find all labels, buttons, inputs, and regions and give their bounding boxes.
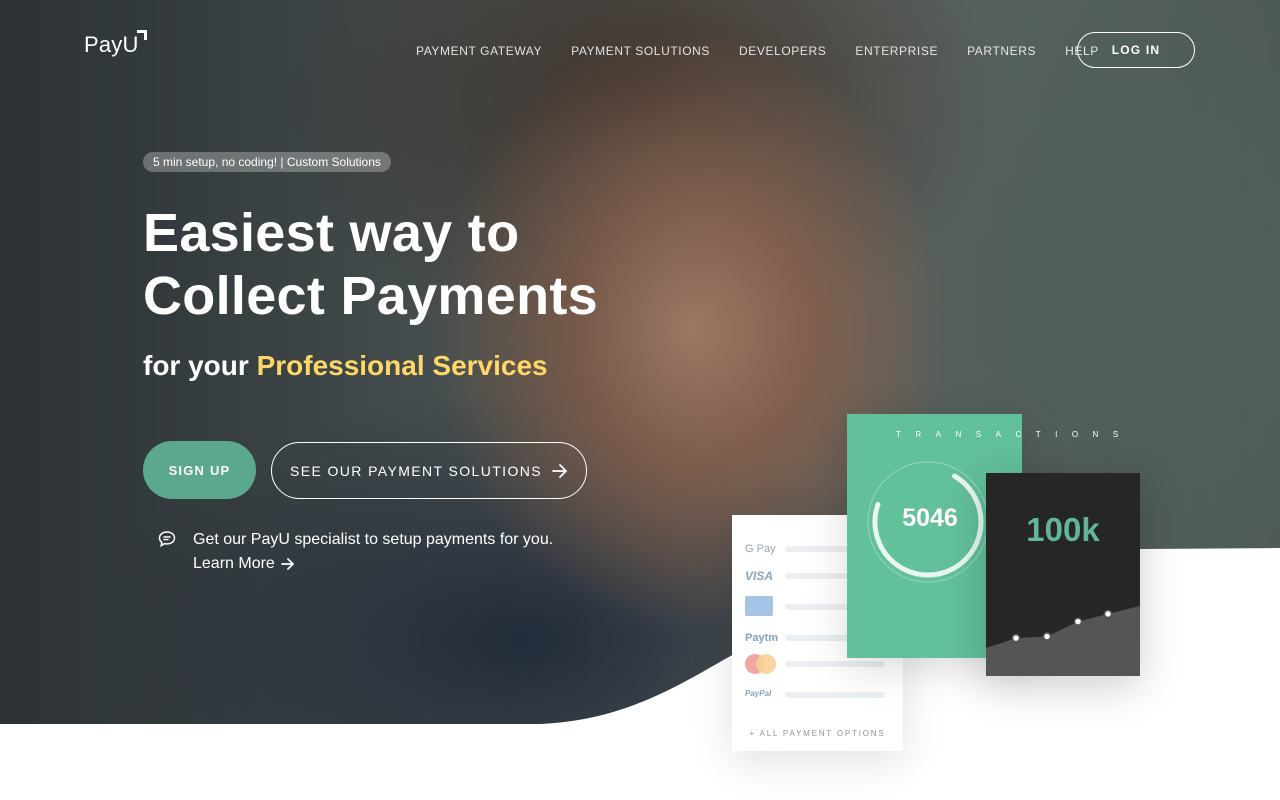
hero-title-line2: Collect Payments bbox=[143, 266, 598, 326]
volume-value: 100k bbox=[1026, 511, 1100, 548]
mastercard-logo-icon bbox=[745, 654, 777, 674]
transactions-value: 5046 bbox=[902, 504, 958, 532]
specialist-copy: Get our PayU specialist to setup payment… bbox=[193, 531, 554, 548]
hero-title-line1: Easiest way to bbox=[143, 203, 520, 263]
learn-more-link[interactable]: Learn More bbox=[193, 552, 295, 576]
volume-card: 100k bbox=[986, 473, 1140, 676]
logo-mark-icon bbox=[137, 30, 147, 40]
visa-logo-icon: VISA bbox=[745, 569, 774, 583]
solutions-label: SEE OUR PAYMENT SOLUTIONS bbox=[289, 462, 543, 479]
see-payment-solutions-button[interactable]: SEE OUR PAYMENT SOLUTIONS bbox=[271, 442, 587, 499]
paypal-logo-icon: PayPal bbox=[745, 689, 772, 698]
arrow-right-icon bbox=[552, 463, 567, 478]
trend-area bbox=[986, 605, 1140, 676]
main-nav: PAYMENT GATEWAY PAYMENT SOLUTIONS DEVELO… bbox=[416, 44, 1128, 58]
subtitle-prefix: for your bbox=[143, 350, 249, 381]
specialist-text: Get our PayU specialist to setup payment… bbox=[193, 528, 573, 576]
arrow-right-icon bbox=[280, 558, 294, 570]
nav-item-partners[interactable]: PARTNERS bbox=[967, 44, 1036, 58]
trend-point bbox=[1042, 632, 1052, 641]
payment-row-paypal: PayPal bbox=[745, 689, 777, 698]
trend-point bbox=[1103, 609, 1113, 619]
hero-wave-divider bbox=[0, 548, 1280, 800]
payment-row-amex bbox=[745, 596, 773, 616]
payment-row-mastercard bbox=[745, 654, 777, 674]
amex-logo-icon bbox=[745, 596, 773, 616]
nav-item-enterprise[interactable]: ENTERPRISE bbox=[855, 44, 938, 58]
placeholder-line bbox=[785, 661, 885, 667]
trend-point bbox=[1073, 617, 1083, 626]
chat-bubble-icon bbox=[158, 531, 176, 548]
setup-badge: 5 min setup, no coding! | Custom Solutio… bbox=[143, 152, 391, 172]
logo-text: PayU bbox=[84, 32, 139, 57]
nav-item-developers[interactable]: DEVELOPERS bbox=[739, 44, 826, 58]
subtitle-accent: Professional Services bbox=[256, 350, 548, 381]
transactions-label: TRANSACTIONS bbox=[896, 430, 1133, 439]
signup-button[interactable]: SIGN UP bbox=[143, 441, 256, 499]
nav-item-payment-solutions[interactable]: PAYMENT SOLUTIONS bbox=[571, 44, 710, 58]
all-payment-options-link[interactable]: + ALL PAYMENT OPTIONS bbox=[732, 729, 903, 738]
hero-subtitle: for your Professional Services bbox=[143, 350, 548, 382]
volume-trend-chart bbox=[986, 605, 1140, 676]
learn-more-label: Learn More bbox=[193, 555, 275, 572]
placeholder-line bbox=[785, 692, 885, 698]
payment-row-paytm: Paytm bbox=[745, 632, 779, 644]
payu-logo[interactable]: PayU bbox=[84, 30, 147, 58]
payment-row-gpay: G Pay bbox=[745, 543, 777, 555]
payment-row-visa: VISA bbox=[745, 569, 777, 583]
login-button[interactable]: LOG IN bbox=[1077, 32, 1195, 68]
hero-title: Easiest way to Collect Payments bbox=[143, 202, 703, 328]
gpay-logo-icon: G Pay bbox=[745, 543, 776, 555]
trend-point bbox=[1011, 633, 1021, 643]
paytm-logo-icon: Paytm bbox=[745, 632, 779, 644]
nav-item-payment-gateway[interactable]: PAYMENT GATEWAY bbox=[416, 44, 542, 58]
